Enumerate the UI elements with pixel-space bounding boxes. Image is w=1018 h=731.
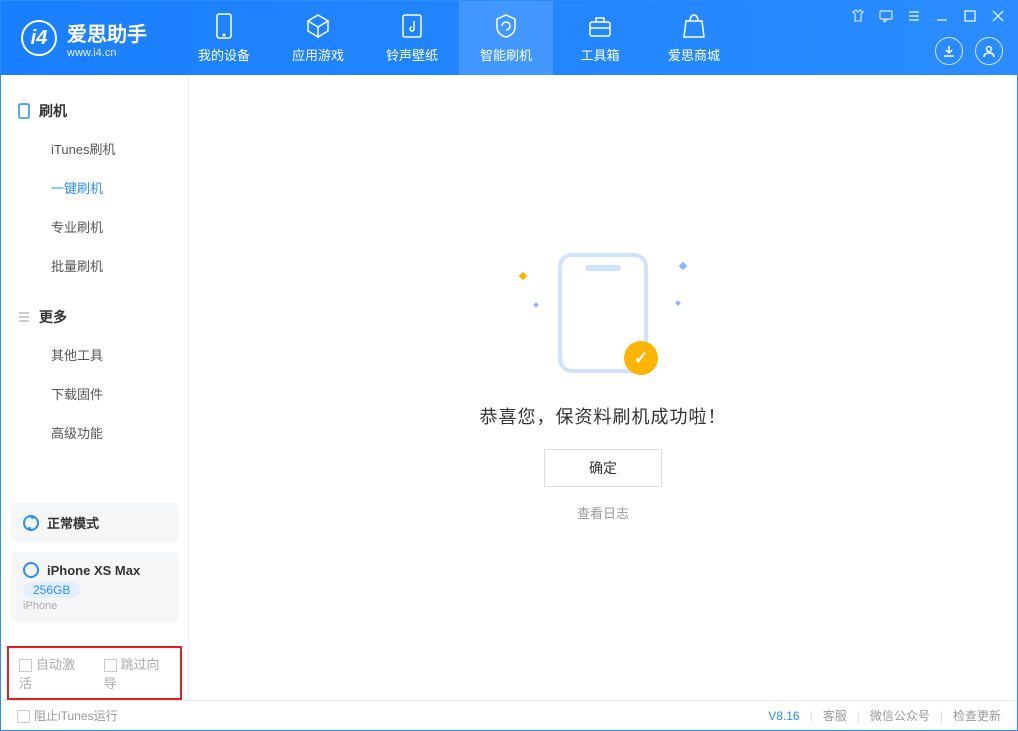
cube-icon	[305, 13, 331, 39]
checkbox-icon	[19, 659, 32, 672]
user-button[interactable]	[975, 37, 1003, 65]
shield-refresh-icon	[493, 13, 519, 39]
footer-link-support[interactable]: 客服	[823, 707, 847, 724]
main-content: ✓ 恭喜您，保资料刷机成功啦！ 确定 查看日志	[189, 75, 1017, 700]
separator: |	[940, 709, 943, 723]
device-cards: 正常模式 iPhone XS Max 256GB iPhone	[1, 503, 188, 646]
tab-label: 工具箱	[580, 45, 619, 64]
music-file-icon	[399, 13, 425, 39]
illustration: ✓	[558, 253, 648, 373]
footer-right: V8.16 | 客服 | 微信公众号 | 检查更新	[768, 707, 1001, 724]
success-check-icon: ✓	[624, 341, 658, 375]
sidebar-item-itunes-flash[interactable]: iTunes刷机	[1, 129, 188, 168]
sparkle-icon	[675, 300, 681, 306]
checkbox-block-itunes[interactable]: 阻止iTunes运行	[17, 707, 118, 724]
group-title: 刷机	[39, 101, 67, 121]
storage-badge: 256GB	[23, 582, 80, 598]
phone-icon	[17, 104, 31, 118]
app-title: 爱思助手	[67, 18, 147, 47]
refresh-icon	[23, 515, 39, 531]
device-name: iPhone XS Max	[47, 563, 140, 578]
app-subtitle: www.i4.cn	[67, 47, 147, 59]
footer-link-wechat[interactable]: 微信公众号	[870, 707, 930, 724]
tab-label: 应用游戏	[292, 45, 344, 64]
options-highlight-box: 自动激活 跳过向导	[7, 646, 182, 700]
sidebar-item-download-firmware[interactable]: 下载固件	[1, 374, 188, 413]
separator: |	[857, 709, 860, 723]
tab-store[interactable]: 爱思商城	[647, 1, 741, 75]
sparkle-icon	[679, 262, 687, 270]
sidebar-item-onekey-flash[interactable]: 一键刷机	[1, 168, 188, 207]
phone-illustration: ✓	[558, 253, 648, 373]
tab-my-device[interactable]: 我的设备	[177, 1, 271, 75]
header-action-buttons	[935, 37, 1003, 65]
app-logo-icon: i4	[21, 20, 57, 56]
bag-icon	[681, 13, 707, 39]
menu-icon[interactable]	[905, 7, 923, 25]
group-title: 更多	[39, 307, 67, 327]
toolbox-icon	[587, 13, 613, 39]
body-area: 刷机 iTunes刷机 一键刷机 专业刷机 批量刷机 更多 其他工具 下载固件 …	[1, 75, 1017, 700]
sidebar: 刷机 iTunes刷机 一键刷机 专业刷机 批量刷机 更多 其他工具 下载固件 …	[1, 75, 189, 700]
success-message: 恭喜您，保资料刷机成功啦！	[480, 403, 727, 429]
tab-smart-flash[interactable]: 智能刷机	[459, 1, 553, 75]
nav-tabs: 我的设备 应用游戏 铃声壁纸 智能刷机 工具箱 爱思商城	[177, 1, 741, 75]
minimize-icon[interactable]	[933, 7, 951, 25]
separator: |	[810, 709, 813, 723]
tab-label: 智能刷机	[480, 45, 532, 64]
sidebar-item-pro-flash[interactable]: 专业刷机	[1, 207, 188, 246]
device-icon	[211, 13, 237, 39]
checkbox-auto-activate[interactable]: 自动激活	[19, 654, 86, 692]
maximize-icon[interactable]	[961, 7, 979, 25]
download-button[interactable]	[935, 37, 963, 65]
checkbox-icon	[104, 659, 117, 672]
tshirt-icon[interactable]	[849, 7, 867, 25]
view-log-link[interactable]: 查看日志	[577, 503, 629, 522]
tab-label: 我的设备	[198, 45, 250, 64]
list-icon	[17, 310, 31, 324]
sidebar-item-other-tools[interactable]: 其他工具	[1, 335, 188, 374]
checkbox-icon	[17, 710, 30, 723]
sparkle-icon	[519, 272, 527, 280]
checkbox-label: 阻止iTunes运行	[34, 709, 118, 723]
version-label: V8.16	[768, 709, 799, 723]
sidebar-item-batch-flash[interactable]: 批量刷机	[1, 246, 188, 285]
sparkle-icon	[533, 302, 539, 308]
logo-text: 爱思助手 www.i4.cn	[67, 18, 147, 59]
ok-button[interactable]: 确定	[544, 449, 662, 487]
window-controls	[849, 7, 1007, 25]
checkbox-skip-wizard[interactable]: 跳过向导	[104, 654, 171, 692]
footer-left: 阻止iTunes运行	[17, 707, 118, 724]
tab-toolbox[interactable]: 工具箱	[553, 1, 647, 75]
tab-ringtones-wallpapers[interactable]: 铃声壁纸	[365, 1, 459, 75]
device-card[interactable]: iPhone XS Max 256GB iPhone	[11, 552, 178, 622]
footer: 阻止iTunes运行 V8.16 | 客服 | 微信公众号 | 检查更新	[1, 700, 1017, 730]
tab-label: 爱思商城	[668, 45, 720, 64]
sidebar-group-more: 更多	[1, 299, 188, 335]
device-mode: 正常模式	[47, 513, 99, 532]
phone-icon	[23, 562, 39, 578]
phone-notch	[585, 265, 621, 271]
app-header: i4 爱思助手 www.i4.cn 我的设备 应用游戏 铃声壁纸 智能刷机 工具…	[1, 1, 1017, 75]
mode-card[interactable]: 正常模式	[11, 503, 178, 542]
feedback-icon[interactable]	[877, 7, 895, 25]
close-icon[interactable]	[989, 7, 1007, 25]
tab-apps-games[interactable]: 应用游戏	[271, 1, 365, 75]
sidebar-item-advanced[interactable]: 高级功能	[1, 413, 188, 452]
sidebar-group-flash: 刷机	[1, 93, 188, 129]
footer-link-update[interactable]: 检查更新	[953, 707, 1001, 724]
logo-area: i4 爱思助手 www.i4.cn	[1, 18, 167, 59]
tab-label: 铃声壁纸	[386, 45, 438, 64]
device-type: iPhone	[23, 600, 166, 612]
